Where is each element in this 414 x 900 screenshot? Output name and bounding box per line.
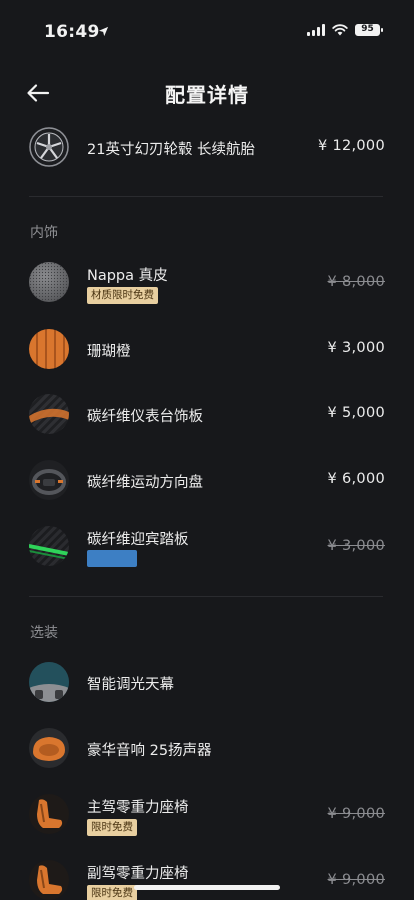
item-price: ¥ 6,000 xyxy=(327,471,385,487)
list-item-smart-roof[interactable]: 智能调光天幕 xyxy=(0,654,414,710)
location-arrow-icon xyxy=(98,26,109,37)
config-detail-screen: 16:49 95 配置详情 21英寸幻刃轮毂 长续航胎 ¥ 12,000 内饰 … xyxy=(0,0,414,900)
item-price: ¥ 12,000 xyxy=(318,138,385,154)
item-name: 智能调光天幕 xyxy=(87,677,174,693)
promo-tag: 材质限时免费 xyxy=(87,287,158,304)
speaker-icon xyxy=(33,737,65,761)
section-divider xyxy=(29,196,383,197)
door-sill-thumbnail xyxy=(29,526,69,566)
item-price: ¥ 3,000 xyxy=(327,340,385,356)
item-name: 主驾零重力座椅 xyxy=(87,800,189,816)
premium-audio-thumbnail xyxy=(29,728,69,768)
battery-icon: 95 xyxy=(355,24,383,36)
item-name: 珊瑚橙 xyxy=(87,344,131,360)
battery-level: 95 xyxy=(356,25,379,35)
wheel-thumbnail xyxy=(29,127,69,167)
item-name: 碳纤维仪表台饰板 xyxy=(87,409,203,425)
leather-texture-icon xyxy=(29,262,69,302)
section-label-options: 选装 xyxy=(30,625,58,641)
coral-orange-thumbnail xyxy=(29,329,69,369)
nav-header: 配置详情 xyxy=(0,70,414,116)
home-indicator[interactable] xyxy=(134,885,280,890)
section-label-interior: 内饰 xyxy=(30,225,58,241)
list-item-passenger-seat[interactable]: 副驾零重力座椅 限时免费 ¥ 9,000 xyxy=(0,852,414,900)
promo-tag: 限时免费 xyxy=(87,819,137,836)
status-time: 16:49 xyxy=(44,22,100,42)
item-name: 21英寸幻刃轮毂 长续航胎 xyxy=(87,142,256,158)
list-item-premium-audio[interactable]: 豪华音响 25扬声器 xyxy=(0,720,414,776)
status-bar: 16:49 95 xyxy=(0,0,414,64)
door-sill-icon xyxy=(29,544,69,560)
seat-icon xyxy=(37,865,63,894)
list-item-nappa[interactable]: Nappa 真皮 材质限时免费 ¥ 8,000 xyxy=(0,254,414,310)
seat-icon xyxy=(37,799,63,828)
section-divider xyxy=(29,596,383,597)
promo-tag-blue xyxy=(87,550,137,567)
item-price-struck: ¥ 3,000 xyxy=(327,538,385,554)
wifi-icon xyxy=(332,24,348,36)
list-item-wheel[interactable]: 21英寸幻刃轮毂 长续航胎 ¥ 12,000 xyxy=(0,119,414,175)
smart-roof-thumbnail xyxy=(29,662,69,702)
item-name: 豪华音响 25扬声器 xyxy=(87,743,212,759)
item-name: Nappa 真皮 xyxy=(87,268,168,284)
promo-tag: 限时免费 xyxy=(87,885,137,900)
list-item-carbon-dashboard[interactable]: 碳纤维仪表台饰板 ¥ 5,000 xyxy=(0,386,414,442)
nappa-leather-thumbnail xyxy=(29,262,69,302)
driver-seat-thumbnail xyxy=(29,794,69,834)
list-item-coral-orange[interactable]: 珊瑚橙 ¥ 3,000 xyxy=(0,321,414,377)
item-price-struck: ¥ 9,000 xyxy=(327,872,385,888)
item-price: ¥ 5,000 xyxy=(327,405,385,421)
list-item-driver-seat[interactable]: 主驾零重力座椅 限时免费 ¥ 9,000 xyxy=(0,786,414,842)
list-item-carbon-sill[interactable]: 碳纤维迎宾踏板 ¥ 3,000 xyxy=(0,518,414,574)
carbon-dashboard-thumbnail xyxy=(29,394,69,434)
wheel-icon xyxy=(29,127,69,167)
steering-wheel-thumbnail xyxy=(29,460,69,500)
list-item-carbon-steering[interactable]: 碳纤维运动方向盘 ¥ 6,000 xyxy=(0,452,414,508)
item-price-struck: ¥ 9,000 xyxy=(327,806,385,822)
passenger-seat-thumbnail xyxy=(29,860,69,900)
item-name: 副驾零重力座椅 xyxy=(87,866,189,882)
item-name: 碳纤维运动方向盘 xyxy=(87,475,203,491)
item-name: 碳纤维迎宾踏板 xyxy=(87,532,189,548)
dashboard-trim-icon xyxy=(29,408,69,424)
item-price-struck: ¥ 8,000 xyxy=(327,274,385,290)
cellular-signal-icon xyxy=(307,24,325,36)
panoramic-roof-icon xyxy=(29,662,69,702)
page-title: 配置详情 xyxy=(165,83,249,107)
steering-wheel-icon xyxy=(32,469,66,495)
status-icons: 95 xyxy=(307,24,383,36)
